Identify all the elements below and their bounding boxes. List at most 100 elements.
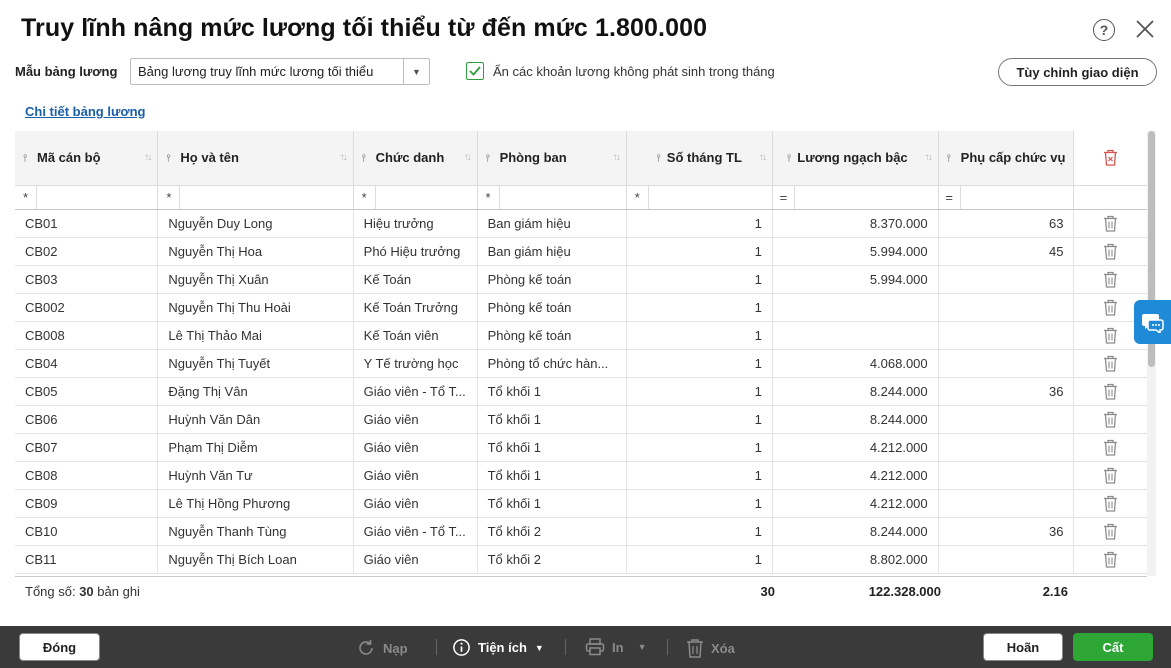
cell-dept[interactable]: Tổ khối 1 <box>477 489 627 518</box>
cell-allowance[interactable] <box>938 545 1075 574</box>
cell-name[interactable]: Nguyễn Thị Tuyết <box>157 349 354 378</box>
cell-title[interactable]: Giáo viên <box>353 461 478 490</box>
customize-ui-button[interactable]: Tùy chỉnh giao diện <box>998 58 1157 86</box>
trash-icon[interactable] <box>1103 466 1118 484</box>
cell-salary[interactable]: 8.244.000 <box>772 405 939 434</box>
trash-icon[interactable] <box>1103 438 1118 456</box>
cell-allowance[interactable] <box>938 349 1075 378</box>
cell-dept[interactable]: Tổ khối 1 <box>477 377 627 406</box>
cell-name[interactable]: Nguyễn Thị Thu Hoài <box>157 293 354 322</box>
cell-months[interactable]: 1 <box>626 321 773 350</box>
close-icon[interactable] <box>1134 18 1156 40</box>
filter-cell[interactable]: * <box>157 185 354 210</box>
cell-allowance[interactable]: 36 <box>938 377 1075 406</box>
cell-name[interactable]: Lê Thị Thảo Mai <box>157 321 354 350</box>
cell-title[interactable]: Kế Toán Trưởng <box>353 293 478 322</box>
cell-name[interactable]: Phạm Thị Diễm <box>157 433 354 462</box>
cell-name[interactable]: Nguyễn Duy Long <box>157 209 354 238</box>
table-row[interactable]: CB09 Lê Thị Hồng Phương Giáo viên Tổ khối 1… <box>15 489 1147 518</box>
trash-icon[interactable] <box>1103 326 1118 344</box>
cell-code[interactable]: CB06 <box>15 405 159 434</box>
cell-dept[interactable]: Tổ khối 2 <box>477 545 627 574</box>
cell-allowance[interactable] <box>938 461 1075 490</box>
column-header[interactable]: ⫯ Phụ cấp chức vụ <box>938 131 1075 186</box>
cell-code[interactable]: CB04 <box>15 349 159 378</box>
delete-button[interactable]: Xóa <box>686 638 735 658</box>
cell-salary[interactable]: 8.244.000 <box>772 517 939 546</box>
cell-title[interactable]: Giáo viên <box>353 433 478 462</box>
cell-name[interactable]: Nguyễn Thị Hoa <box>157 237 354 266</box>
cell-dept[interactable]: Tổ khối 1 <box>477 433 627 462</box>
cell-months[interactable]: 1 <box>626 349 773 378</box>
cell-code[interactable]: CB008 <box>15 321 159 350</box>
cell-allowance[interactable] <box>938 293 1075 322</box>
cell-dept[interactable]: Phòng kế toán <box>477 293 627 322</box>
cell-salary[interactable]: 8.370.000 <box>772 209 939 238</box>
cell-title[interactable]: Y Tế trường học <box>353 349 478 378</box>
cell-dept[interactable]: Phòng kế toán <box>477 265 627 294</box>
table-row[interactable]: CB008 Lê Thị Thảo Mai Kế Toán viên Phòng kế… <box>15 321 1147 350</box>
column-header[interactable]: ⫯ Mã cán bộ ↑↓ <box>15 131 159 186</box>
cell-allowance[interactable] <box>938 321 1075 350</box>
filter-cell[interactable]: * <box>353 185 478 210</box>
cell-name[interactable]: Lê Thị Hồng Phương <box>157 489 354 518</box>
cell-salary[interactable]: 4.212.000 <box>772 433 939 462</box>
cell-code[interactable]: CB08 <box>15 461 159 490</box>
cell-code[interactable]: CB07 <box>15 433 159 462</box>
cell-code[interactable]: CB02 <box>15 237 159 266</box>
cell-months[interactable]: 1 <box>626 265 773 294</box>
cell-months[interactable]: 1 <box>626 209 773 238</box>
trash-icon[interactable] <box>1103 242 1118 260</box>
cell-code[interactable]: CB11 <box>15 545 159 574</box>
cell-title[interactable]: Giáo viên - Tổ T... <box>353 377 478 406</box>
cell-salary[interactable]: 4.212.000 <box>772 461 939 490</box>
sort-icon[interactable]: ↑↓ <box>759 152 767 163</box>
column-header[interactable]: ⫯ Phòng ban ↑↓ <box>477 131 627 186</box>
trash-icon[interactable] <box>1103 354 1118 372</box>
cell-allowance[interactable] <box>938 433 1075 462</box>
filter-operator[interactable]: * <box>478 185 500 209</box>
cell-salary[interactable] <box>772 321 939 350</box>
delete-all-icon[interactable] <box>1103 149 1118 166</box>
table-row[interactable]: CB06 Huỳnh Văn Dân Giáo viên Tổ khối 1 1 8.24… <box>15 405 1147 434</box>
sort-icon[interactable]: ↑↓ <box>925 152 933 163</box>
sort-icon[interactable]: ↑↓ <box>340 152 348 163</box>
template-select[interactable]: Bảng lương truy lĩnh mức lương tối thiểu… <box>130 58 430 85</box>
cell-code[interactable]: CB05 <box>15 377 159 406</box>
cell-allowance[interactable] <box>938 405 1075 434</box>
cell-dept[interactable]: Tổ khối 2 <box>477 517 627 546</box>
cell-months[interactable]: 1 <box>626 545 773 574</box>
cell-months[interactable]: 1 <box>626 405 773 434</box>
cell-code[interactable]: CB09 <box>15 489 159 518</box>
column-header[interactable]: ⫯ Số tháng TL ↑↓ <box>626 131 773 186</box>
delete-all-column-header[interactable] <box>1073 131 1147 186</box>
cell-salary[interactable]: 5.994.000 <box>772 237 939 266</box>
cell-title[interactable]: Kế Toán <box>353 265 478 294</box>
trash-icon[interactable] <box>1103 298 1118 316</box>
cell-salary[interactable]: 4.212.000 <box>772 489 939 518</box>
table-row[interactable]: CB02 Nguyễn Thị Hoa Phó Hiệu trưởng Ban giá… <box>15 237 1147 266</box>
filter-operator[interactable]: * <box>158 185 181 209</box>
column-header[interactable]: ⫯ Lương ngạch bậc ↑↓ <box>772 131 939 186</box>
filter-operator[interactable]: * <box>15 185 37 209</box>
checkbox-box[interactable] <box>466 62 484 80</box>
cell-title[interactable]: Giáo viên <box>353 489 478 518</box>
save-button[interactable]: Cất <box>1073 633 1153 661</box>
cell-allowance[interactable] <box>938 265 1075 294</box>
filter-cell[interactable]: = <box>938 185 1075 210</box>
cell-months[interactable]: 1 <box>626 461 773 490</box>
filter-cell[interactable]: * <box>477 185 627 210</box>
cell-title[interactable]: Kế Toán viên <box>353 321 478 350</box>
pin-icon[interactable]: ⫯ <box>783 153 791 164</box>
trash-icon[interactable] <box>1103 214 1118 232</box>
cell-title[interactable]: Giáo viên - Tổ T... <box>353 517 478 546</box>
table-row[interactable]: CB10 Nguyễn Thanh Tùng Giáo viên - Tổ T...… <box>15 517 1147 546</box>
cell-months[interactable]: 1 <box>626 517 773 546</box>
close-button[interactable]: Đóng <box>19 633 100 661</box>
cancel-button[interactable]: Hoãn <box>983 633 1063 661</box>
cell-months[interactable]: 1 <box>626 237 773 266</box>
table-row[interactable]: CB01 Nguyễn Duy Long Hiệu trưởng Ban giám h… <box>15 209 1147 238</box>
cell-name[interactable]: Huỳnh Văn Dân <box>157 405 354 434</box>
cell-title[interactable]: Giáo viên <box>353 405 478 434</box>
cell-months[interactable]: 1 <box>626 489 773 518</box>
